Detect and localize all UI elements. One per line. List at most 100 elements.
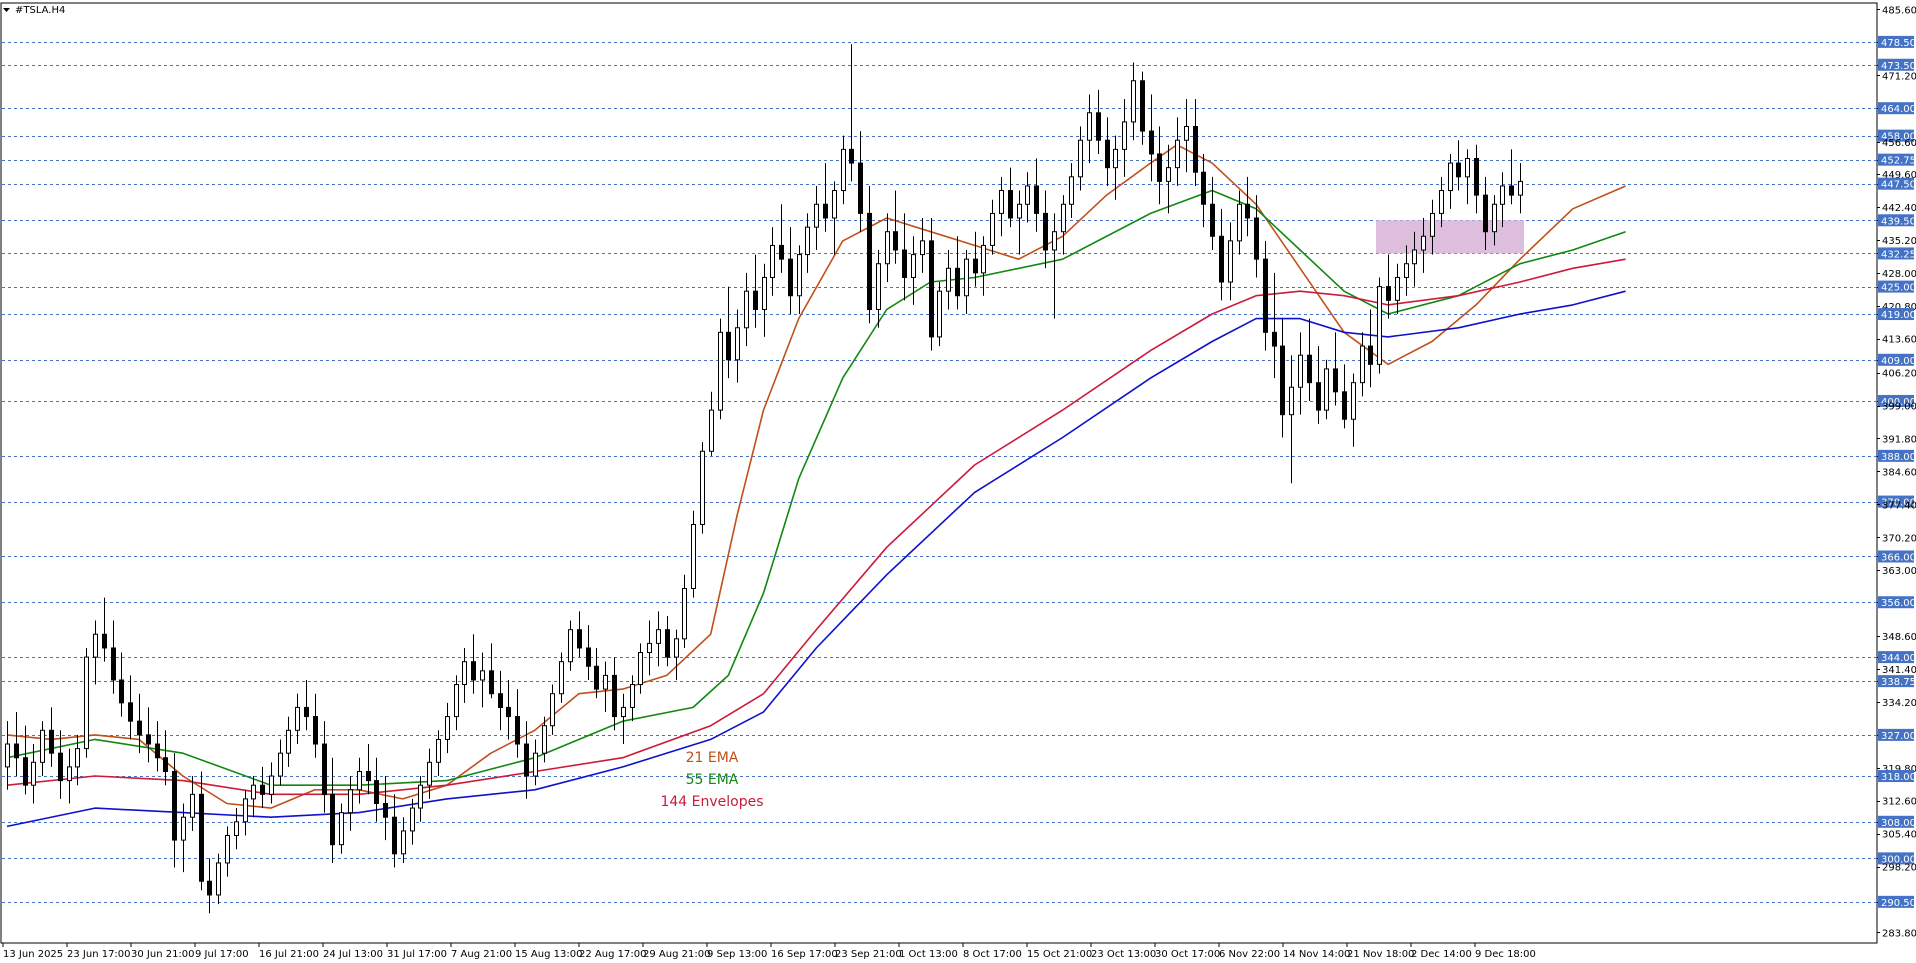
candle-body — [1395, 276, 1400, 301]
candle-body — [638, 652, 643, 686]
candle-body — [506, 706, 511, 718]
candle — [1052, 213, 1057, 319]
candle — [814, 185, 819, 251]
candle-body — [1324, 368, 1329, 411]
candle — [1061, 195, 1066, 255]
candle-body — [990, 212, 995, 246]
candle — [832, 181, 837, 255]
candle-body — [1087, 112, 1092, 141]
price-chart[interactable]: 485.60478.50473.50471.20464.00458.00456.… — [0, 0, 1916, 963]
time-label: 7 Aug 21:00 — [451, 949, 512, 960]
candle-body — [1034, 185, 1039, 214]
candle-body — [1184, 126, 1189, 141]
candle — [735, 309, 740, 383]
candle-body — [568, 629, 573, 663]
candle — [937, 282, 942, 347]
candle-body — [647, 642, 652, 654]
candle — [1245, 176, 1250, 237]
candle — [1096, 89, 1101, 154]
candle — [1518, 163, 1523, 214]
candle — [674, 629, 679, 680]
time-label: 23 Jun 17:00 — [67, 949, 131, 960]
candle — [1237, 190, 1242, 255]
candle — [885, 213, 890, 283]
candle — [471, 634, 476, 694]
candle-body — [832, 190, 837, 219]
price-label: 413.60 — [1882, 335, 1916, 346]
indicator-label: 55 EMA — [686, 772, 739, 788]
candle — [1316, 346, 1321, 424]
candle — [383, 776, 388, 841]
price-tag-label: 388.00 — [1881, 452, 1916, 463]
candle-body — [515, 716, 520, 745]
candle — [779, 204, 784, 273]
time-label: 16 Jul 21:00 — [259, 949, 319, 960]
price-label: 435.20 — [1882, 236, 1916, 247]
candle-body — [1430, 212, 1435, 237]
candle-body — [462, 661, 467, 686]
candle-body — [1351, 382, 1356, 420]
candle-body — [1298, 354, 1303, 388]
candle-body — [1500, 185, 1505, 205]
candle — [1333, 332, 1338, 406]
candle-body — [893, 231, 898, 251]
candle-body — [920, 240, 925, 256]
candle — [146, 707, 151, 763]
candle-body — [401, 830, 406, 855]
chart-window[interactable]: 485.60 478.50 473.50 471.20 464.00 458.00 456.… — [0, 0, 1916, 963]
candle — [225, 826, 230, 877]
candle — [339, 803, 344, 854]
price-tag-label: 464.00 — [1881, 104, 1916, 115]
candle-body — [1210, 203, 1215, 237]
candle — [1193, 99, 1198, 186]
candle-body — [1412, 249, 1417, 265]
candle — [445, 702, 450, 754]
candle — [84, 647, 89, 758]
candle-body — [524, 743, 529, 777]
resistance-zone — [1376, 220, 1524, 254]
time-label: 22 Aug 17:00 — [579, 949, 646, 960]
time-label: 30 Oct 17:00 — [1155, 949, 1220, 960]
candle — [586, 625, 591, 680]
candle-body — [559, 661, 564, 695]
price-tag-label: 366.00 — [1881, 552, 1916, 563]
price-label: 341.40 — [1882, 665, 1916, 676]
candle-body — [1140, 80, 1145, 132]
candle-body — [770, 244, 775, 278]
time-axis: 13 Jun 2025 23 Jun 17:00 30 Jun 21:00 9 Jul… — [2, 943, 1536, 960]
candle — [1157, 126, 1162, 205]
candle-body — [304, 706, 309, 718]
candle-body — [251, 784, 256, 800]
candle-body — [550, 693, 555, 727]
candle-body — [823, 203, 828, 219]
candle — [1228, 222, 1233, 301]
candle-body — [1008, 190, 1013, 219]
candle-body — [14, 743, 19, 759]
candle-body — [75, 748, 80, 768]
candle-body — [1456, 162, 1461, 178]
candle-body — [1421, 235, 1426, 251]
candle-body — [1017, 203, 1022, 219]
candle-body — [286, 729, 291, 754]
candle — [841, 135, 846, 205]
candle-body — [1096, 112, 1101, 141]
price-label: 298.20 — [1882, 863, 1916, 874]
candle-body — [1131, 80, 1136, 123]
candle — [1069, 163, 1074, 218]
dropdown-arrow-icon[interactable] — [3, 8, 10, 12]
candle-body — [814, 203, 819, 228]
candle-body — [1025, 185, 1030, 205]
candle — [568, 620, 573, 671]
candle — [867, 185, 872, 324]
time-label: 14 Nov 14:00 — [1283, 949, 1350, 960]
candle — [770, 227, 775, 296]
candle-body — [1404, 263, 1409, 278]
candle — [929, 217, 934, 351]
candle-body — [1157, 153, 1162, 182]
candle-body — [964, 258, 969, 297]
time-label: 15 Oct 21:00 — [1027, 949, 1092, 960]
candle — [920, 217, 925, 273]
candle-body — [1316, 382, 1321, 411]
price-tag-label: 338.75 — [1881, 677, 1916, 688]
candle — [181, 803, 186, 873]
